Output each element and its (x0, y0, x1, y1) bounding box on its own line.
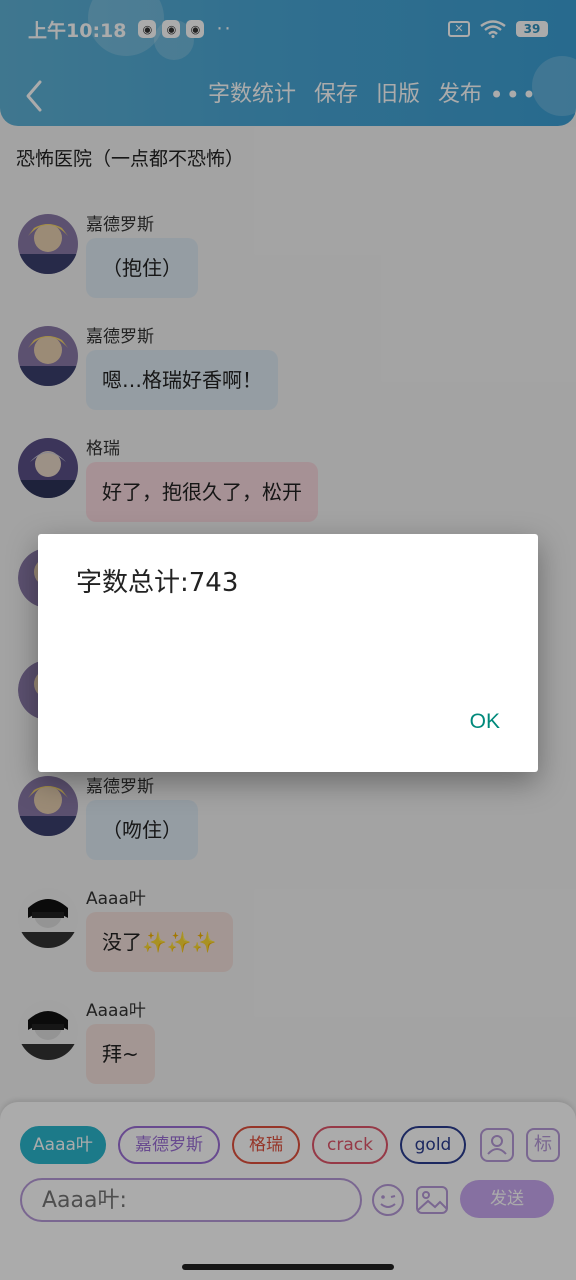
ok-button[interactable]: OK (470, 710, 500, 734)
dialog-title: 字数总计:743 (76, 568, 239, 598)
word-count-dialog: 字数总计:743 OK (38, 534, 538, 772)
